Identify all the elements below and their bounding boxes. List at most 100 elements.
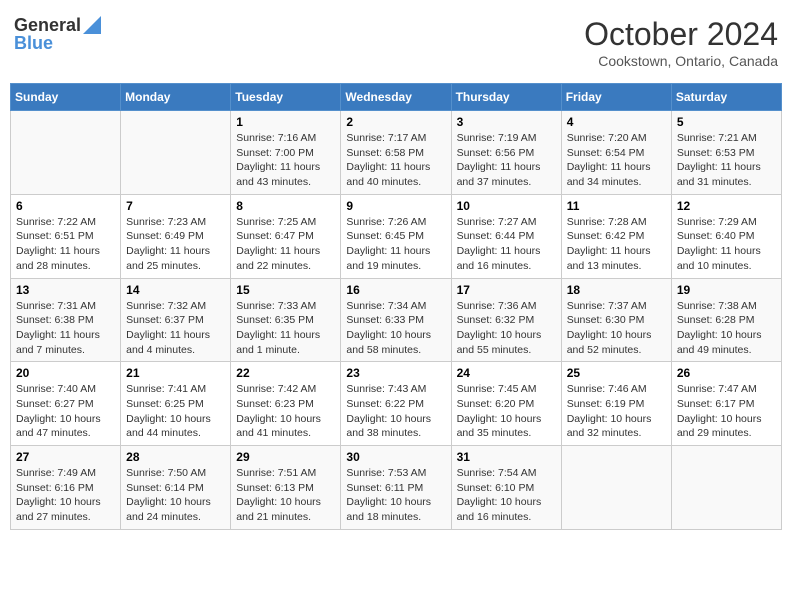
page-header: General Blue October 2024 Cookstown, Ont… (10, 10, 782, 75)
day-number: 15 (236, 283, 335, 297)
calendar-cell: 20Sunrise: 7:40 AMSunset: 6:27 PMDayligh… (11, 362, 121, 446)
header-saturday: Saturday (671, 84, 781, 111)
day-number: 25 (567, 366, 666, 380)
day-info: Sunrise: 7:16 AMSunset: 7:00 PMDaylight:… (236, 131, 335, 190)
day-number: 6 (16, 199, 115, 213)
header-tuesday: Tuesday (231, 84, 341, 111)
day-number: 20 (16, 366, 115, 380)
day-number: 29 (236, 450, 335, 464)
day-info: Sunrise: 7:28 AMSunset: 6:42 PMDaylight:… (567, 215, 666, 274)
day-info: Sunrise: 7:36 AMSunset: 6:32 PMDaylight:… (457, 299, 556, 358)
calendar-cell (671, 446, 781, 530)
calendar-cell: 6 Sunrise: 7:22 AMSunset: 6:51 PMDaylight… (11, 194, 121, 278)
day-number: 21 (126, 366, 225, 380)
day-number: 2 (346, 115, 445, 129)
day-number: 27 (16, 450, 115, 464)
logo-general-text: General (14, 16, 81, 34)
logo-blue-text: Blue (14, 34, 53, 52)
day-number: 17 (457, 283, 556, 297)
header-sunday: Sunday (11, 84, 121, 111)
day-info: Sunrise: 7:23 AMSunset: 6:49 PMDaylight:… (126, 215, 225, 274)
day-number: 23 (346, 366, 445, 380)
day-info: Sunrise: 7:42 AMSunset: 6:23 PMDaylight:… (236, 382, 335, 441)
header-wednesday: Wednesday (341, 84, 451, 111)
day-info: Sunrise: 7:33 AMSunset: 6:35 PMDaylight:… (236, 299, 335, 358)
calendar-cell: 13Sunrise: 7:31 AMSunset: 6:38 PMDayligh… (11, 278, 121, 362)
day-number: 13 (16, 283, 115, 297)
day-info: Sunrise: 7:17 AMSunset: 6:58 PMDaylight:… (346, 131, 445, 190)
calendar-cell: 21 Sunrise: 7:41 AMSunset: 6:25 PMDayligh… (121, 362, 231, 446)
day-info: Sunrise: 7:54 AMSunset: 6:10 PMDaylight:… (457, 466, 556, 525)
day-info: Sunrise: 7:27 AMSunset: 6:44 PMDaylight:… (457, 215, 556, 274)
day-number: 14 (126, 283, 225, 297)
calendar-cell: 7 Sunrise: 7:23 AMSunset: 6:49 PMDaylight… (121, 194, 231, 278)
calendar-cell (121, 111, 231, 195)
calendar-table: SundayMondayTuesdayWednesdayThursdayFrid… (10, 83, 782, 530)
day-info: Sunrise: 7:41 AMSunset: 6:25 PMDaylight:… (126, 382, 225, 441)
calendar-cell (561, 446, 671, 530)
day-info: Sunrise: 7:29 AMSunset: 6:40 PMDaylight:… (677, 215, 776, 274)
day-info: Sunrise: 7:46 AMSunset: 6:19 PMDaylight:… (567, 382, 666, 441)
day-number: 19 (677, 283, 776, 297)
logo: General Blue (14, 16, 101, 52)
calendar-cell: 17 Sunrise: 7:36 AMSunset: 6:32 PMDayligh… (451, 278, 561, 362)
calendar-header-row: SundayMondayTuesdayWednesdayThursdayFrid… (11, 84, 782, 111)
title-section: October 2024 Cookstown, Ontario, Canada (584, 16, 778, 69)
day-info: Sunrise: 7:20 AMSunset: 6:54 PMDaylight:… (567, 131, 666, 190)
day-info: Sunrise: 7:37 AMSunset: 6:30 PMDaylight:… (567, 299, 666, 358)
day-info: Sunrise: 7:45 AMSunset: 6:20 PMDaylight:… (457, 382, 556, 441)
day-number: 30 (346, 450, 445, 464)
day-number: 1 (236, 115, 335, 129)
location-text: Cookstown, Ontario, Canada (584, 53, 778, 69)
calendar-cell: 19 Sunrise: 7:38 AMSunset: 6:28 PMDayligh… (671, 278, 781, 362)
day-number: 26 (677, 366, 776, 380)
calendar-week-row: 1 Sunrise: 7:16 AMSunset: 7:00 PMDaylight… (11, 111, 782, 195)
calendar-cell: 5 Sunrise: 7:21 AMSunset: 6:53 PMDaylight… (671, 111, 781, 195)
day-number: 22 (236, 366, 335, 380)
calendar-cell: 11Sunrise: 7:28 AMSunset: 6:42 PMDayligh… (561, 194, 671, 278)
day-info: Sunrise: 7:22 AMSunset: 6:51 PMDaylight:… (16, 215, 115, 274)
day-number: 28 (126, 450, 225, 464)
calendar-cell: 10Sunrise: 7:27 AMSunset: 6:44 PMDayligh… (451, 194, 561, 278)
day-number: 5 (677, 115, 776, 129)
calendar-cell: 18 Sunrise: 7:37 AMSunset: 6:30 PMDayligh… (561, 278, 671, 362)
day-number: 4 (567, 115, 666, 129)
calendar-cell: 14 Sunrise: 7:32 AMSunset: 6:37 PMDayligh… (121, 278, 231, 362)
day-number: 3 (457, 115, 556, 129)
day-number: 12 (677, 199, 776, 213)
day-number: 7 (126, 199, 225, 213)
calendar-cell: 29 Sunrise: 7:51 AMSunset: 6:13 PMDayligh… (231, 446, 341, 530)
day-info: Sunrise: 7:38 AMSunset: 6:28 PMDaylight:… (677, 299, 776, 358)
day-info: Sunrise: 7:53 AMSunset: 6:11 PMDaylight:… (346, 466, 445, 525)
day-info: Sunrise: 7:51 AMSunset: 6:13 PMDaylight:… (236, 466, 335, 525)
day-number: 9 (346, 199, 445, 213)
calendar-cell (11, 111, 121, 195)
calendar-week-row: 20Sunrise: 7:40 AMSunset: 6:27 PMDayligh… (11, 362, 782, 446)
calendar-cell: 30 Sunrise: 7:53 AMSunset: 6:11 PMDayligh… (341, 446, 451, 530)
day-number: 31 (457, 450, 556, 464)
header-friday: Friday (561, 84, 671, 111)
calendar-cell: 26 Sunrise: 7:47 AMSunset: 6:17 PMDayligh… (671, 362, 781, 446)
calendar-cell: 1 Sunrise: 7:16 AMSunset: 7:00 PMDaylight… (231, 111, 341, 195)
calendar-cell: 8Sunrise: 7:25 AMSunset: 6:47 PMDaylight… (231, 194, 341, 278)
calendar-cell: 2 Sunrise: 7:17 AMSunset: 6:58 PMDaylight… (341, 111, 451, 195)
calendar-cell: 24Sunrise: 7:45 AMSunset: 6:20 PMDayligh… (451, 362, 561, 446)
day-info: Sunrise: 7:32 AMSunset: 6:37 PMDaylight:… (126, 299, 225, 358)
calendar-cell: 15 Sunrise: 7:33 AMSunset: 6:35 PMDayligh… (231, 278, 341, 362)
day-info: Sunrise: 7:21 AMSunset: 6:53 PMDaylight:… (677, 131, 776, 190)
calendar-cell: 25 Sunrise: 7:46 AMSunset: 6:19 PMDayligh… (561, 362, 671, 446)
calendar-cell: 31 Sunrise: 7:54 AMSunset: 6:10 PMDayligh… (451, 446, 561, 530)
calendar-week-row: 27Sunrise: 7:49 AMSunset: 6:16 PMDayligh… (11, 446, 782, 530)
header-thursday: Thursday (451, 84, 561, 111)
calendar-cell: 28Sunrise: 7:50 AMSunset: 6:14 PMDayligh… (121, 446, 231, 530)
calendar-cell: 22 Sunrise: 7:42 AMSunset: 6:23 PMDayligh… (231, 362, 341, 446)
day-info: Sunrise: 7:26 AMSunset: 6:45 PMDaylight:… (346, 215, 445, 274)
day-info: Sunrise: 7:43 AMSunset: 6:22 PMDaylight:… (346, 382, 445, 441)
month-title: October 2024 (584, 16, 778, 53)
day-info: Sunrise: 7:47 AMSunset: 6:17 PMDaylight:… (677, 382, 776, 441)
calendar-cell: 12 Sunrise: 7:29 AMSunset: 6:40 PMDayligh… (671, 194, 781, 278)
calendar-cell: 23 Sunrise: 7:43 AMSunset: 6:22 PMDayligh… (341, 362, 451, 446)
day-info: Sunrise: 7:25 AMSunset: 6:47 PMDaylight:… (236, 215, 335, 274)
day-number: 18 (567, 283, 666, 297)
day-info: Sunrise: 7:34 AMSunset: 6:33 PMDaylight:… (346, 299, 445, 358)
